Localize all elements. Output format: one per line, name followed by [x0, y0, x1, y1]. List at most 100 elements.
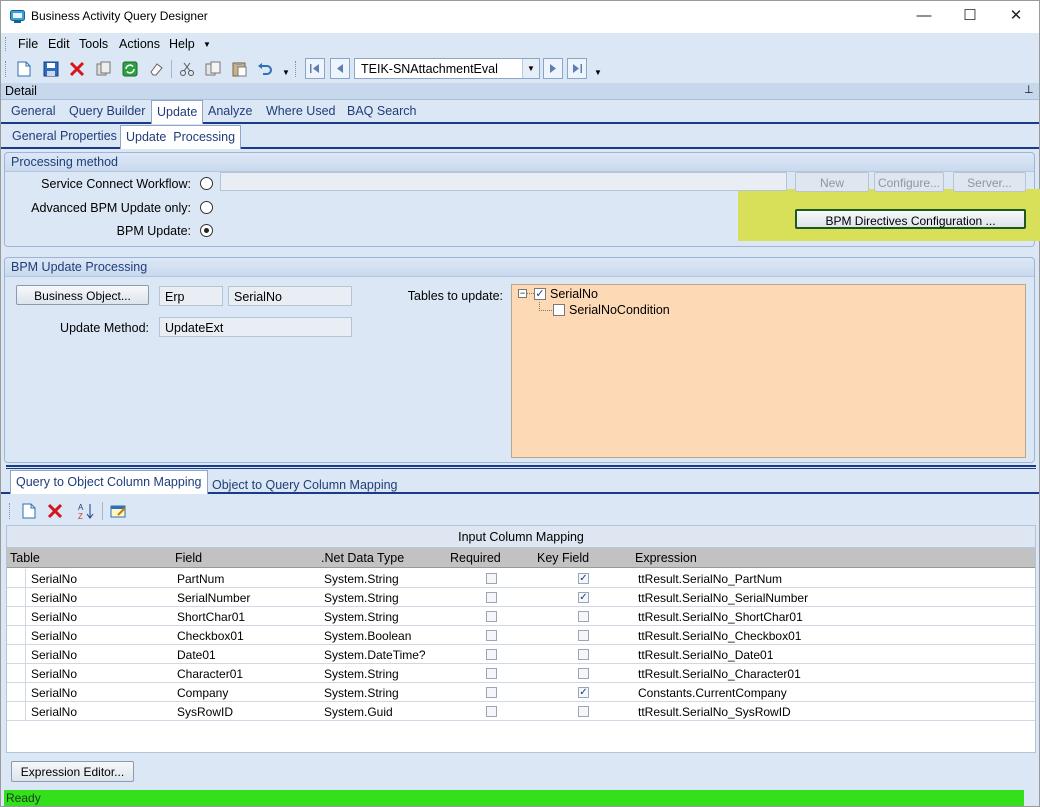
cell-table[interactable]: SerialNo: [31, 629, 77, 643]
table-row[interactable]: SerialNo ShortChar01 System.String ttResult…: [7, 607, 1035, 626]
cell-net-type[interactable]: System.String: [324, 572, 399, 586]
tab-object-to-query[interactable]: Object to Query Column Mapping: [212, 478, 398, 492]
menu-tools[interactable]: Tools: [79, 37, 108, 51]
tree-item-serialnocondition[interactable]: SerialNoCondition: [569, 303, 670, 317]
row-selector[interactable]: [7, 588, 26, 606]
paste-icon[interactable]: [229, 59, 249, 79]
bpm-update-radio[interactable]: [200, 224, 213, 237]
tree-checkbox-serialnocondition[interactable]: [553, 304, 565, 316]
collapse-icon[interactable]: −: [518, 289, 527, 298]
required-checkbox[interactable]: [486, 611, 497, 622]
table-row[interactable]: SerialNo Company System.String ✓ Constants.C…: [7, 683, 1035, 702]
column-header-net-type[interactable]: .Net Data Type: [321, 551, 404, 565]
column-header-required[interactable]: Required: [450, 551, 501, 565]
row-selector[interactable]: [7, 683, 26, 701]
row-selector[interactable]: [7, 626, 26, 644]
cut-icon[interactable]: [177, 59, 197, 79]
cell-field[interactable]: Date01: [177, 648, 216, 662]
row-selector[interactable]: [7, 645, 26, 663]
menu-help[interactable]: Help: [169, 37, 195, 51]
key-field-checkbox[interactable]: ✓: [578, 573, 589, 584]
pin-icon[interactable]: ⊥: [1024, 83, 1034, 96]
key-field-checkbox[interactable]: [578, 706, 589, 717]
key-field-checkbox[interactable]: ✓: [578, 592, 589, 603]
row-selector[interactable]: [7, 702, 26, 720]
cell-table[interactable]: SerialNo: [31, 648, 77, 662]
next-record-icon[interactable]: [543, 58, 563, 79]
refresh-icon[interactable]: [120, 59, 140, 79]
cell-table[interactable]: SerialNo: [31, 705, 77, 719]
cell-expression[interactable]: Constants.CurrentCompany: [638, 686, 787, 700]
cell-net-type[interactable]: System.DateTime?: [324, 648, 426, 662]
server-button[interactable]: Server...: [953, 172, 1026, 192]
configure-button[interactable]: Configure...: [874, 172, 944, 192]
delete-icon[interactable]: [67, 59, 87, 79]
new-workflow-button[interactable]: New: [795, 172, 869, 192]
required-checkbox[interactable]: [486, 592, 497, 603]
required-checkbox[interactable]: [486, 668, 497, 679]
cell-table[interactable]: SerialNo: [31, 610, 77, 624]
business-object-button[interactable]: Business Object...: [16, 285, 149, 305]
sort-az-icon[interactable]: AZ: [77, 501, 97, 521]
column-header-field[interactable]: Field: [175, 551, 202, 565]
advanced-bpm-radio[interactable]: [200, 201, 213, 214]
cell-expression[interactable]: ttResult.SerialNo_Checkbox01: [638, 629, 801, 643]
bpm-directives-button[interactable]: BPM Directives Configuration ...: [795, 209, 1026, 229]
tab-update[interactable]: Update: [151, 100, 204, 124]
key-field-checkbox[interactable]: [578, 668, 589, 679]
close-window-button[interactable]: ✕: [993, 1, 1039, 33]
cell-expression[interactable]: ttResult.SerialNo_SysRowID: [638, 705, 791, 719]
table-row[interactable]: SerialNo Checkbox01 System.Boolean ttResult…: [7, 626, 1035, 645]
key-field-checkbox[interactable]: [578, 611, 589, 622]
cell-table[interactable]: SerialNo: [31, 667, 77, 681]
undo-icon[interactable]: [255, 59, 275, 79]
table-row[interactable]: SerialNo SerialNumber System.String ✓ ttResu…: [7, 588, 1035, 607]
cell-expression[interactable]: ttResult.SerialNo_Character01: [638, 667, 801, 681]
cell-field[interactable]: Checkbox01: [177, 629, 244, 643]
cell-net-type[interactable]: System.Boolean: [324, 629, 411, 643]
cell-net-type[interactable]: System.String: [324, 686, 399, 700]
cell-expression[interactable]: ttResult.SerialNo_PartNum: [638, 572, 782, 586]
cell-field[interactable]: Character01: [177, 667, 243, 681]
tab-query-builder[interactable]: Query Builder: [69, 104, 145, 118]
row-selector[interactable]: [7, 569, 26, 587]
cell-field[interactable]: PartNum: [177, 572, 224, 586]
table-row[interactable]: SerialNo PartNum System.String ✓ ttResult.Se…: [7, 569, 1035, 588]
cell-field[interactable]: SysRowID: [177, 705, 233, 719]
tab-query-to-object[interactable]: Query to Object Column Mapping: [10, 470, 208, 494]
column-header-key-field[interactable]: Key Field: [537, 551, 589, 565]
maximize-button[interactable]: ☐: [947, 1, 993, 33]
cell-field[interactable]: ShortChar01: [177, 610, 245, 624]
table-row[interactable]: SerialNo SysRowID System.Guid ttResult.Seri…: [7, 702, 1035, 721]
copy-clipboard-icon[interactable]: [203, 59, 223, 79]
menu-actions[interactable]: Actions: [119, 37, 160, 51]
cell-expression[interactable]: ttResult.SerialNo_SerialNumber: [638, 591, 808, 605]
save-icon[interactable]: [41, 59, 61, 79]
cell-table[interactable]: SerialNo: [31, 572, 77, 586]
required-checkbox[interactable]: [486, 573, 497, 584]
toolbar-overflow-icon[interactable]: ▼: [594, 68, 602, 77]
tab-update-processing[interactable]: Update Processing: [120, 125, 242, 149]
tab-general-properties[interactable]: General Properties: [12, 129, 117, 143]
cell-net-type[interactable]: System.String: [324, 591, 399, 605]
key-field-checkbox[interactable]: [578, 649, 589, 660]
expression-editor-button[interactable]: Expression Editor...: [11, 761, 134, 782]
tab-analyze[interactable]: Analyze: [208, 104, 252, 118]
tree-item-serialno[interactable]: SerialNo: [550, 287, 598, 301]
minimize-button[interactable]: —: [901, 1, 947, 33]
tab-general[interactable]: General: [11, 104, 55, 118]
cell-net-type[interactable]: System.String: [324, 610, 399, 624]
required-checkbox[interactable]: [486, 649, 497, 660]
edit-properties-icon[interactable]: [109, 501, 129, 521]
tree-checkbox-serialno[interactable]: ✓: [534, 288, 546, 300]
toolbar-overflow-icon[interactable]: ▼: [282, 68, 290, 77]
first-record-icon[interactable]: [305, 58, 325, 79]
copy-icon[interactable]: [94, 59, 114, 79]
last-record-icon[interactable]: [567, 58, 587, 79]
required-checkbox[interactable]: [486, 630, 497, 641]
menu-file[interactable]: File: [18, 37, 38, 51]
column-header-table[interactable]: Table: [10, 551, 40, 565]
previous-record-icon[interactable]: [330, 58, 350, 79]
new-row-icon[interactable]: [19, 501, 39, 521]
required-checkbox[interactable]: [486, 706, 497, 717]
